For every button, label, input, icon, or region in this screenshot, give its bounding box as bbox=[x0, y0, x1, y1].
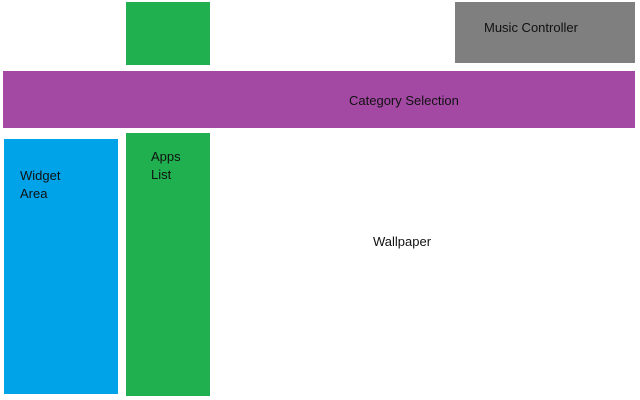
category-selection-bar: Category Selection bbox=[3, 71, 635, 128]
widget-area-label-line1: Widget bbox=[20, 168, 61, 183]
music-controller-block: Music Controller bbox=[455, 2, 635, 63]
widget-area-block: Widget Area bbox=[4, 139, 118, 394]
widget-area-label-line2: Area bbox=[20, 186, 48, 201]
music-controller-label: Music Controller bbox=[484, 20, 578, 35]
apps-list-label-line2: List bbox=[151, 167, 172, 182]
apps-list-block: Apps List bbox=[126, 133, 210, 396]
apps-list-label-line1: Apps bbox=[151, 149, 181, 164]
widget-area-label: Widget Area bbox=[20, 167, 90, 203]
apps-top-block bbox=[126, 2, 210, 65]
category-selection-label: Category Selection bbox=[349, 93, 459, 108]
apps-list-label: Apps List bbox=[151, 148, 201, 184]
wallpaper-label: Wallpaper bbox=[373, 234, 432, 249]
